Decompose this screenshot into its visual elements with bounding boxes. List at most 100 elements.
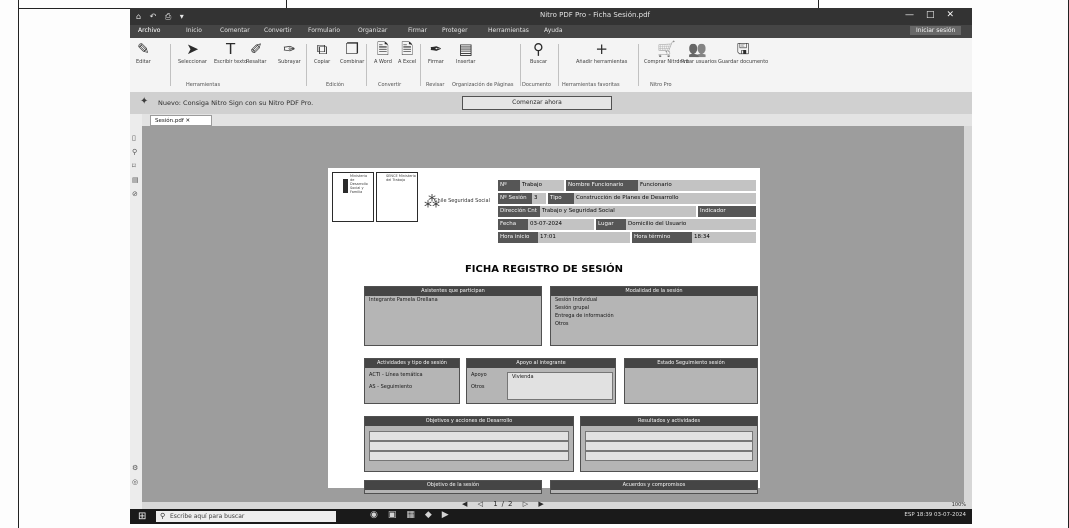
taskbar-search-input[interactable]: ⚲ Escribe aquí para buscar [156, 511, 336, 522]
tab-file[interactable]: Archivo [138, 27, 160, 34]
header-row: Nº Sesión 3 Tipo Construcción de Planes … [498, 193, 756, 204]
ministry-logo: Ministerio de Desarrollo Social y Famili… [332, 172, 374, 222]
combine-button[interactable]: ❐ Combinar [340, 41, 364, 65]
highlight-button[interactable]: ✐ Resaltar [246, 41, 266, 65]
tab-tools[interactable]: Herramientas [488, 27, 529, 34]
table-row[interactable] [369, 431, 569, 441]
insert-icon: ▤ [458, 40, 473, 58]
find-button[interactable]: ⚲ Buscar [530, 41, 547, 65]
ribbon-separator [638, 44, 639, 86]
select-button[interactable]: ➤ Seleccionar [178, 41, 207, 65]
support-value-field[interactable]: Vivienda [507, 372, 613, 400]
agreements-box: Acuerdos y compromisos [550, 480, 758, 494]
table-row[interactable] [585, 441, 753, 451]
ribbon-group-label: Herramientas favoritas [562, 82, 620, 88]
window-title: Nitro PDF Pro - Ficha Sesión.pdf [540, 11, 651, 19]
objectives-box: Objetivos y acciones de Desarrollo [364, 416, 574, 472]
header-row: Fecha 03-07-2024 Lugar Domicilio del Usu… [498, 219, 756, 230]
help-icon[interactable]: ◎ [132, 478, 138, 486]
close-icon[interactable]: ✕ [186, 118, 191, 124]
add-tools-button[interactable]: + Añadir herramientas [576, 41, 627, 65]
header-row: Hora inicio 17:01 Hora término 18:34 [498, 232, 756, 243]
quick-access-toolbar[interactable]: ⌂ ↶ ⎙ ▾ [136, 12, 187, 22]
screenshot: ⌂ ↶ ⎙ ▾ Nitro PDF Pro - Ficha Sesión.pdf… [130, 8, 972, 524]
tab-help[interactable]: Ayuda [544, 27, 563, 34]
tab-sign[interactable]: Firmar [408, 27, 427, 34]
to-word-button[interactable]: 🗎 A Word [374, 41, 392, 65]
plus-icon: + [595, 40, 608, 58]
ribbon-group-label: Organización de Páginas [452, 82, 514, 88]
copy-icon: ⧉ [316, 40, 328, 58]
tab-comment[interactable]: Comentar [220, 27, 250, 34]
page-title: FICHA REGISTRO DE SESIÓN [464, 264, 624, 275]
notification-bar: ✦ Nuevo: Consiga Nitro Sign con su Nitro… [130, 92, 972, 114]
sign-button[interactable]: ✒ Firmar [428, 41, 444, 65]
invite-users-button[interactable]: 👥 Invitar usuarios [678, 41, 717, 65]
ribbon-group-label: Convertir [378, 82, 402, 88]
windows-start-icon[interactable]: ⊞ [138, 511, 146, 522]
header-row: Nº Trabajo Nombre Funcionario Funcionari… [498, 180, 756, 191]
ribbon: ✎ Editar ➤ Seleccionar T Escribir texto ✐ Re… [130, 38, 972, 93]
save-icon: 🖫 [736, 40, 750, 58]
table-row[interactable] [585, 451, 753, 461]
support-box: Apoyo al integrante Apoyo Otros Vivienda [466, 358, 616, 404]
settings-icon[interactable]: ⚙ [132, 464, 138, 472]
to-excel-button[interactable]: 🗎 A Excel [398, 41, 416, 65]
participants-box: Asistentes que participan Integrante Pam… [364, 286, 542, 346]
bookmark-icon[interactable]: ⌑ [132, 162, 136, 170]
goal-box: Objetivo de la sesión [364, 480, 542, 494]
excel-icon: 🗎 [401, 40, 414, 58]
document-tab[interactable]: Sesión.pdf ✕ [150, 115, 212, 126]
edit-button[interactable]: ✎ Editar [136, 41, 151, 65]
tab-form[interactable]: Formulario [308, 27, 340, 34]
taskbar: ⊞ ⚲ Escribe aquí para buscar ◉▣▦◆▶ ESP 1… [130, 509, 972, 524]
system-tray[interactable]: ESP 18:39 03-07-2024 [904, 512, 966, 518]
ribbon-group-label: Herramientas [186, 82, 221, 88]
table-row[interactable] [369, 451, 569, 461]
table-row[interactable] [585, 431, 753, 441]
save-document-button[interactable]: 🖫 Guardar documento [718, 41, 768, 65]
taskbar-apps[interactable]: ◉▣▦◆▶ [370, 510, 459, 520]
vertical-scrollbar[interactable] [964, 126, 972, 502]
emblem-text: Chile Seguridad Social [434, 198, 490, 204]
cursor-icon: ➤ [186, 40, 199, 58]
ribbon-group-label: Nitro Pro [650, 82, 672, 88]
tab-protect[interactable]: Proteger [442, 27, 468, 34]
attachment-icon[interactable]: ⊘ [132, 190, 138, 198]
type-text-button[interactable]: T Escribir texto [214, 41, 247, 65]
pages-icon[interactable]: ▯ [132, 134, 136, 142]
layers-icon[interactable]: ▤ [132, 176, 139, 184]
page-navigation[interactable]: ◀ ◁ 1/2 ▷ ▶ [462, 500, 548, 508]
start-now-button[interactable]: Comenzar ahora [462, 96, 612, 110]
window-controls[interactable]: —□✕ [905, 10, 966, 20]
frame-line-top [18, 8, 130, 9]
users-icon: 👥 [688, 40, 707, 58]
notification-message: Nuevo: Consiga Nitro Sign con su Nitro P… [158, 99, 314, 107]
header-info-table: Nº Trabajo Nombre Funcionario Funcionari… [498, 180, 756, 246]
search-icon[interactable]: ⚲ [132, 148, 137, 156]
combine-icon: ❐ [345, 40, 359, 58]
zoom-level[interactable]: 100% [952, 502, 966, 508]
title-bar: ⌂ ↶ ⎙ ▾ Nitro PDF Pro - Ficha Sesión.pdf… [130, 8, 972, 25]
pencil-icon: ✎ [137, 40, 150, 58]
underline-button[interactable]: ✑ Subrayar [278, 41, 301, 65]
header-row: Dirección Cnt Trabajo y Seguridad Social… [498, 206, 756, 217]
copy-button[interactable]: ⧉ Copiar [314, 41, 330, 65]
sign-in-button[interactable]: Iniciar sesión [910, 26, 962, 35]
text-icon: T [225, 40, 236, 58]
sign-icon: ✒ [429, 40, 443, 58]
search-icon: ⚲ [160, 512, 166, 520]
insert-button[interactable]: ▤ Insertar [456, 41, 475, 65]
results-box: Resultados y actividades [580, 416, 758, 472]
activities-box: Actividades y tipo de sesión ACTI - Líne… [364, 358, 460, 404]
tab-convert[interactable]: Convertir [264, 27, 292, 34]
ribbon-group-label: Revisar [426, 82, 445, 88]
table-row[interactable] [369, 441, 569, 451]
tab-organize[interactable]: Organizar [358, 27, 387, 34]
frame-line-left [18, 0, 19, 528]
ribbon-separator [520, 44, 521, 86]
tab-home[interactable]: Inicio [186, 27, 202, 34]
ribbon-separator [170, 44, 171, 86]
state-box: Estado Seguimiento sesión [624, 358, 758, 404]
marker-icon: ✑ [283, 40, 296, 58]
